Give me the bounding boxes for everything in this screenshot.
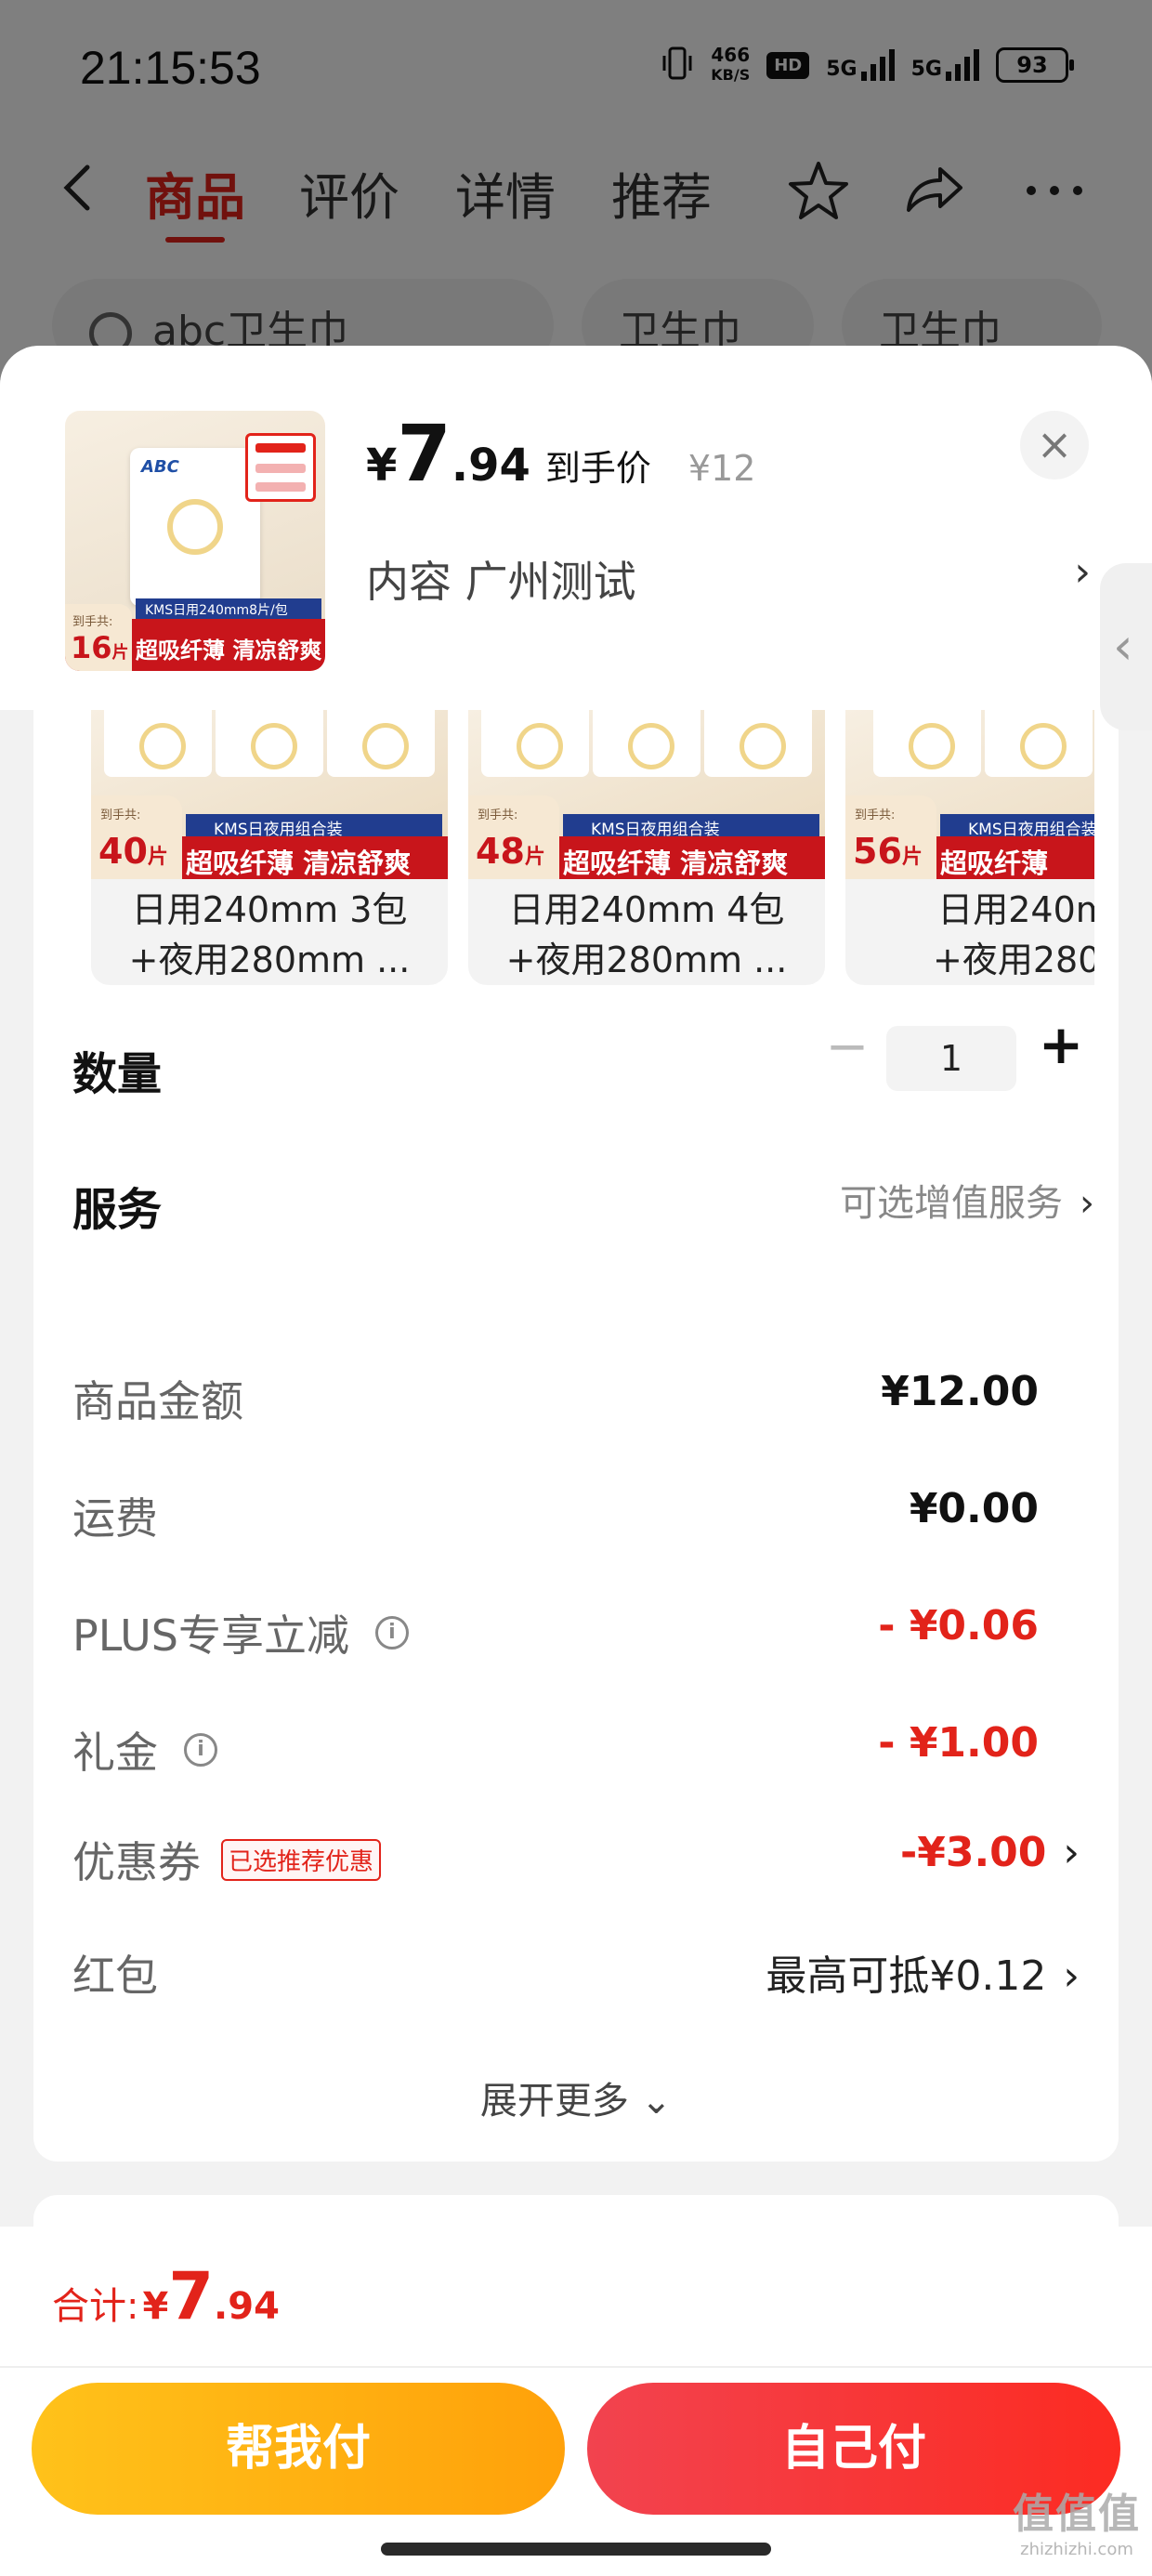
variant-carousel[interactable]: KMS日夜用组合装 超吸纤薄 清凉舒爽 到手共: 40片 日用240mm 3包 +夜… xyxy=(91,710,1094,989)
chevron-right-icon: › xyxy=(1063,1952,1080,2000)
checkout-bar: 合计: ¥ 7 .94 帮我付 自己付 值值值 zhizhizhi.com xyxy=(0,2227,1152,2576)
chevron-right-icon: › xyxy=(1063,1829,1080,1876)
cost-row-gift-money: 礼金 i - ¥1.00 xyxy=(72,1719,1039,1778)
piece-count: 到手共: 48片 xyxy=(468,795,559,879)
quantity-decrease-button[interactable]: − xyxy=(819,1017,875,1082)
expand-more-button[interactable]: 展开更多 ⌄ xyxy=(33,2070,1119,2124)
variant-label: 日用240mm 4包 +夜用280mm ... xyxy=(505,889,788,980)
product-thumbnail: ABC KMS日用240mm8片/包 超吸纤薄 清凉舒爽 到手共: 16片 xyxy=(65,411,325,671)
order-total: 合计: ¥ 7 .94 xyxy=(52,2258,280,2334)
divider xyxy=(0,2366,1152,2368)
piece-count: 到手共: 16片 xyxy=(65,604,132,671)
cost-row-plus-discount: PLUS专享立减 i - ¥0.06 xyxy=(72,1602,1039,1661)
variant-option[interactable]: KMS日夜用组合装 超吸纤薄 到手共:56片 日用240m+夜用280r xyxy=(845,710,1094,985)
sheet-header: ABC KMS日用240mm8片/包 超吸纤薄 清凉舒爽 到手共: 16片 ¥ … xyxy=(0,346,1152,710)
piece-count: 到手共: 40片 xyxy=(91,795,182,879)
cost-row-shipping: 运费 ¥0.00 xyxy=(72,1485,1039,1544)
info-icon[interactable]: i xyxy=(374,1616,409,1649)
help-me-pay-button[interactable]: 帮我付 xyxy=(32,2383,565,2515)
watermark: 值值值 zhizhizhi.com xyxy=(1013,2491,1141,2559)
variant-option[interactable]: KMS日夜用组合装 超吸纤薄 清凉舒爽 到手共: 40片 日用240mm 3包 +夜… xyxy=(91,710,448,985)
close-icon[interactable]: × xyxy=(1020,411,1089,480)
price-display: ¥ 7 .94 到手价 ¥12 xyxy=(366,408,756,499)
selection-row[interactable]: 内容 广州测试 › xyxy=(366,548,1091,610)
selection-text: 内容 广州测试 xyxy=(366,557,636,607)
cost-row-red-packet[interactable]: 红包 最高可抵¥0.12 › xyxy=(72,1942,1080,2007)
cost-breakdown-card: 商品金额 ¥12.00 运费 ¥0.00 PLUS专享立减 i - ¥0.06 礼… xyxy=(33,1318,1119,2162)
chevron-right-icon: › xyxy=(1080,1182,1094,1225)
quantity-increase-button[interactable]: + xyxy=(1033,1013,1089,1078)
coupon-status-badge: 已选推荐优惠 xyxy=(221,1838,382,1881)
variant-option[interactable]: KMS日夜用组合装 超吸纤薄 清凉舒爽 到手共: 48片 日用240mm 4包 +夜… xyxy=(468,710,825,985)
chevron-right-icon: › xyxy=(1074,548,1091,596)
piece-count: 到手共: 56片 xyxy=(845,795,936,879)
quantity-input[interactable]: 1 xyxy=(886,1026,1016,1091)
quantity-label: 数量 xyxy=(72,1048,163,1100)
service-label: 服务 xyxy=(72,1184,163,1236)
home-indicator[interactable] xyxy=(381,2543,771,2556)
price-tag-label: 到手价 xyxy=(544,448,651,489)
info-icon[interactable]: i xyxy=(184,1733,217,1767)
variant-label: 日用240m+夜用280r xyxy=(933,889,1094,980)
variant-label: 日用240mm 3包 +夜用280mm ... xyxy=(128,889,411,980)
promo-badge xyxy=(245,433,316,502)
side-drawer-tab[interactable]: ‹ xyxy=(1100,563,1152,730)
original-price: ¥12 xyxy=(687,448,756,489)
service-selector[interactable]: 可选增值服务 › xyxy=(840,1173,1094,1227)
product-pack-image: ABC xyxy=(130,448,260,606)
cost-row-subtotal: 商品金额 ¥12.00 xyxy=(72,1368,1039,1426)
cost-row-coupon[interactable]: 优惠券 已选推荐优惠 -¥3.00 › xyxy=(72,1829,1080,1894)
